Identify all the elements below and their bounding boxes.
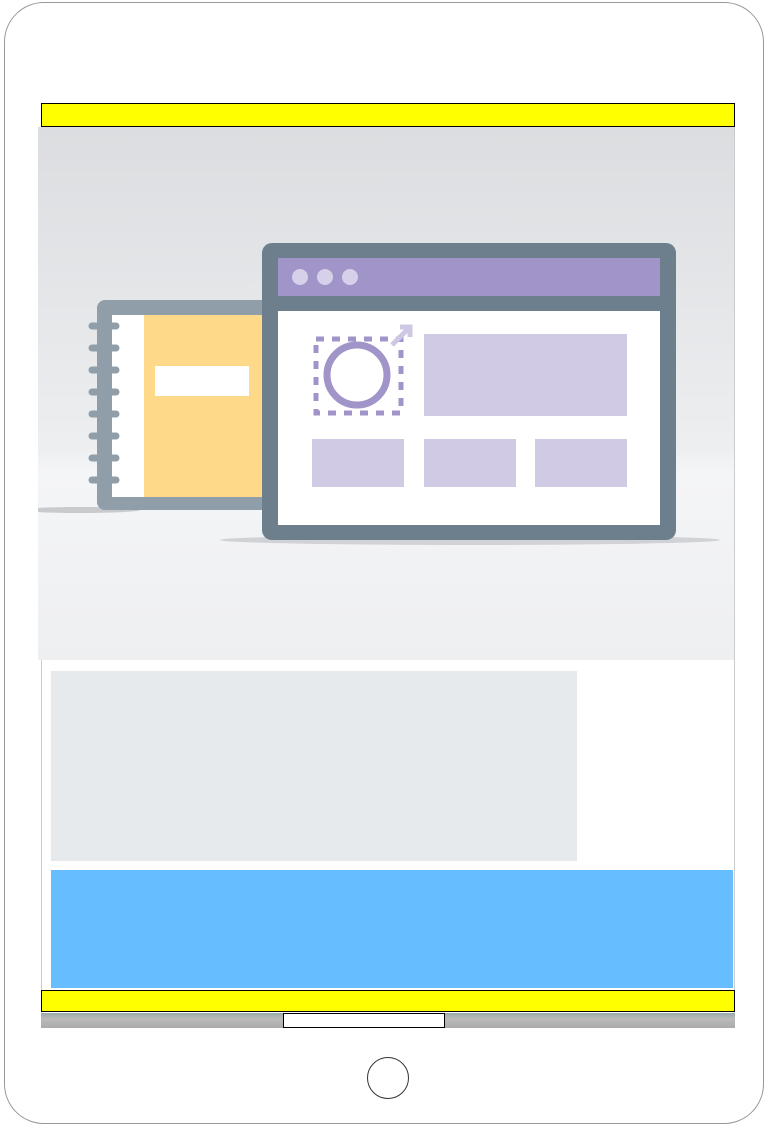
notebook-icon xyxy=(88,300,277,510)
hero-illustration-icon xyxy=(38,127,734,660)
bottom-bar xyxy=(41,990,735,1012)
banner[interactable] xyxy=(51,870,733,988)
top-bar xyxy=(41,103,735,127)
browser-window-icon xyxy=(262,243,676,540)
content-block xyxy=(51,671,577,861)
horizontal-scrollbar[interactable] xyxy=(41,1013,735,1028)
home-button-icon[interactable] xyxy=(367,1057,409,1099)
scrollbar-thumb[interactable] xyxy=(283,1013,445,1028)
